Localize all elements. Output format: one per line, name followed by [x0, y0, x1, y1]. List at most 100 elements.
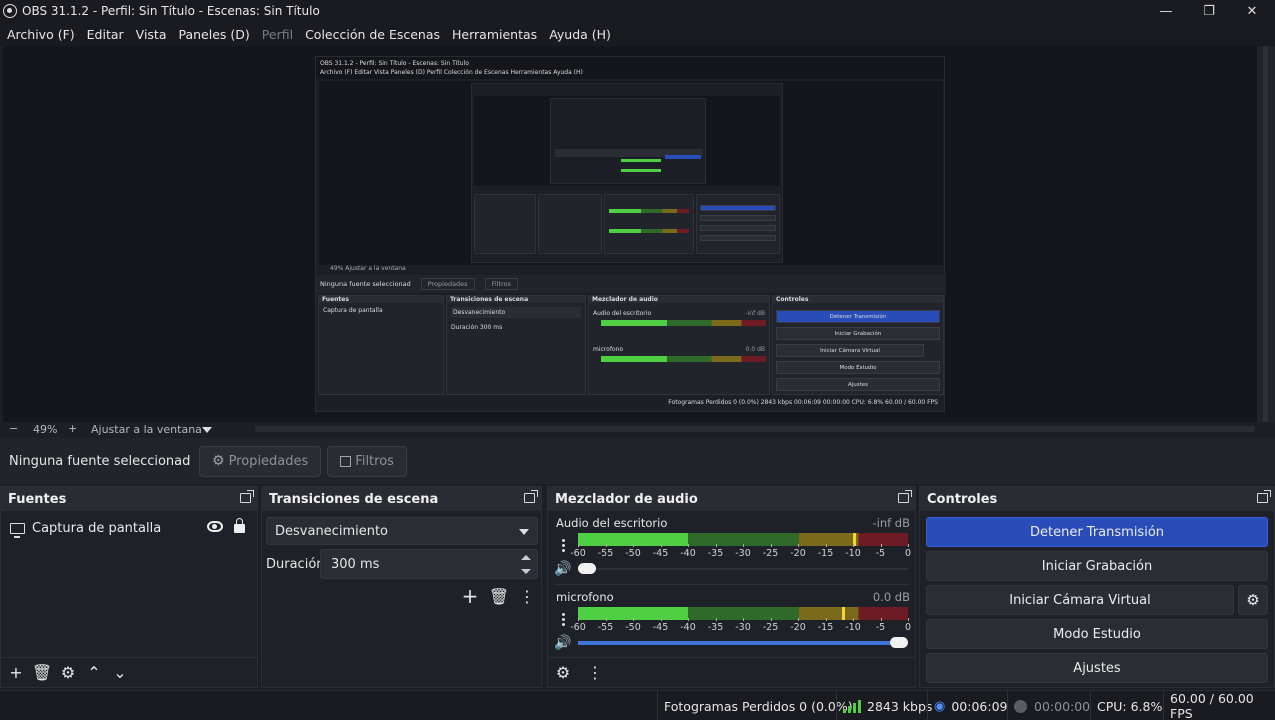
filters-button[interactable]: Filtros	[327, 445, 407, 477]
menu-profile[interactable]: Perfil	[262, 27, 293, 42]
preview-canvas[interactable]: OBS 31.1.2 - Perfil: Sin Título - Escena…	[3, 46, 1257, 422]
visibility-eye-icon[interactable]	[207, 521, 223, 532]
db-scale-label: -40	[680, 548, 696, 559]
nested-vcam-button: Iniciar Cámara Virtual	[776, 344, 924, 357]
undock-icon[interactable]	[898, 490, 912, 503]
nested-preview-level3	[550, 98, 706, 184]
db-scale-label: -35	[707, 548, 724, 559]
transition-menu-button[interactable]: ⋮	[514, 583, 540, 609]
nested-transitions-dock: Transiciones de escena Desvanecimiento D…	[446, 295, 586, 395]
menu-file[interactable]: Archivo (F)	[7, 27, 75, 42]
add-source-button[interactable]: +	[3, 660, 29, 686]
mixer-settings-gear-icon[interactable]: ⚙	[550, 660, 576, 686]
duration-spinbox[interactable]: 300 ms	[320, 549, 538, 579]
zoom-in-button[interactable]: +	[68, 422, 77, 435]
maximize-button[interactable]: ❐	[1187, 0, 1231, 22]
duration-value: 300 ms	[331, 556, 380, 572]
undock-icon[interactable]	[1257, 490, 1271, 503]
audio-track-desktop: Audio del escritorio -inf dB -60 -55 -50 -4…	[554, 515, 912, 579]
sources-title: Fuentes	[8, 491, 67, 507]
db-scale-label: -40	[680, 622, 696, 633]
db-scale-tick	[605, 618, 607, 621]
peak-marker	[842, 607, 845, 620]
source-item[interactable]: Captura de pantalla	[1, 515, 257, 541]
nested-titlebar: OBS 31.1.2 - Perfil: Sin Título - Escena…	[316, 57, 944, 79]
db-scale-label: -55	[597, 622, 614, 633]
virtual-camera-gear-icon[interactable]: ⚙	[1238, 585, 1268, 615]
db-scale-tick	[880, 544, 882, 547]
db-scale-label: 0	[904, 548, 912, 559]
minimize-button[interactable]: —	[1144, 0, 1188, 22]
undock-icon[interactable]	[524, 490, 538, 503]
start-recording-button[interactable]: Iniciar Grabación	[926, 551, 1268, 581]
sources-dock: Fuentes Captura de pantalla + 🗑 ⚙ ⌃ ⌄	[0, 486, 258, 688]
remove-transition-button[interactable]: 🗑	[486, 583, 512, 609]
chevron-down-icon	[519, 529, 529, 535]
sources-toolbar: + 🗑 ⚙ ⌃ ⌄	[1, 657, 257, 687]
menu-help[interactable]: Ayuda (H)	[549, 27, 611, 42]
preview-horizontal-scrollbar[interactable]	[255, 426, 1255, 432]
transition-select[interactable]: Desvanecimiento	[266, 517, 538, 545]
nested-zoom: 49% Ajustar a la ventana	[316, 265, 944, 274]
settings-button[interactable]: Ajustes	[926, 653, 1268, 683]
zoom-dropdown-icon[interactable]	[202, 427, 212, 433]
db-scale-label: -60	[570, 622, 586, 633]
db-scale-tick	[688, 618, 689, 621]
close-button[interactable]: ✕	[1230, 0, 1274, 22]
menu-scene-collection[interactable]: Colección de Escenas	[305, 27, 440, 42]
nested-level3-meter	[621, 159, 661, 162]
obs-logo-icon	[3, 4, 17, 18]
properties-button[interactable]: ⚙ Propiedades	[199, 445, 322, 477]
duration-label: Duración	[266, 557, 325, 572]
nested-transition-select: Desvanecimiento	[451, 307, 581, 318]
signal-bars-icon	[843, 699, 861, 713]
menu-edit[interactable]: Editar	[87, 27, 124, 42]
gear-icon: ⚙	[212, 453, 225, 469]
fit-window-label[interactable]: Ajustar a la ventana	[91, 423, 202, 436]
zoom-out-button[interactable]: −	[9, 422, 18, 435]
move-up-chevron-icon[interactable]: ⌃	[81, 660, 107, 686]
source-properties-gear-icon[interactable]: ⚙	[55, 660, 81, 686]
zoom-value: 49%	[33, 423, 58, 436]
menu-view[interactable]: Vista	[136, 27, 167, 42]
db-scale-label: -45	[652, 548, 669, 559]
spin-up-icon[interactable]	[521, 555, 531, 560]
mixer-title: Mezclador de audio	[555, 491, 698, 507]
db-scale-tick	[605, 544, 607, 547]
move-down-chevron-icon[interactable]: ⌄	[107, 660, 133, 686]
nested-track2-name: microfono	[593, 346, 624, 353]
start-virtual-camera-button[interactable]: Iniciar Cámara Virtual	[926, 585, 1234, 615]
nested-properties-bar: Ninguna fuente seleccionad Propiedades F…	[316, 275, 946, 293]
volume-knob[interactable]	[578, 563, 596, 574]
stream-time-status: ◉ 00:06:09	[927, 691, 1007, 720]
nested-duration: Duración 300 ms	[451, 324, 503, 331]
db-scale-label: -25	[762, 622, 779, 633]
mixer-header: Mezclador de audio	[548, 487, 915, 511]
db-scale-tick	[770, 544, 772, 547]
db-scale-tick	[688, 544, 689, 547]
speaker-icon[interactable]: 🔊	[554, 561, 571, 577]
studio-mode-button[interactable]: Modo Estudio	[926, 619, 1268, 649]
speaker-icon[interactable]: 🔊	[554, 635, 571, 651]
preview-vertical-scrollbar[interactable]	[1257, 46, 1275, 422]
db-scale-tick	[825, 544, 827, 547]
menu-docks[interactable]: Paneles (D)	[179, 27, 250, 42]
spin-down-icon[interactable]	[521, 569, 531, 574]
add-transition-button[interactable]: +	[457, 583, 483, 609]
volume-slider[interactable]	[578, 637, 908, 649]
undock-icon[interactable]	[240, 490, 254, 503]
db-scale: -60 -55 -50 -45 -40 -35 -30 -25 -20 -15 -10 -5 0	[570, 544, 912, 561]
db-scale-label: -50	[625, 548, 641, 559]
remove-source-button[interactable]: 🗑	[29, 660, 55, 686]
volume-slider[interactable]	[578, 563, 908, 575]
menu-tools[interactable]: Herramientas	[452, 27, 537, 42]
nested-level2-mixer	[604, 194, 694, 254]
volume-track	[578, 568, 908, 570]
volume-knob[interactable]	[890, 637, 908, 648]
lock-icon[interactable]	[234, 518, 245, 533]
track-db: -inf dB	[872, 516, 910, 530]
mixer-menu-button[interactable]: ⋮	[582, 660, 608, 686]
stop-streaming-button[interactable]: Detener Transmisión	[926, 517, 1268, 547]
sources-header: Fuentes	[1, 487, 257, 511]
transitions-header: Transiciones de escena	[262, 487, 541, 511]
